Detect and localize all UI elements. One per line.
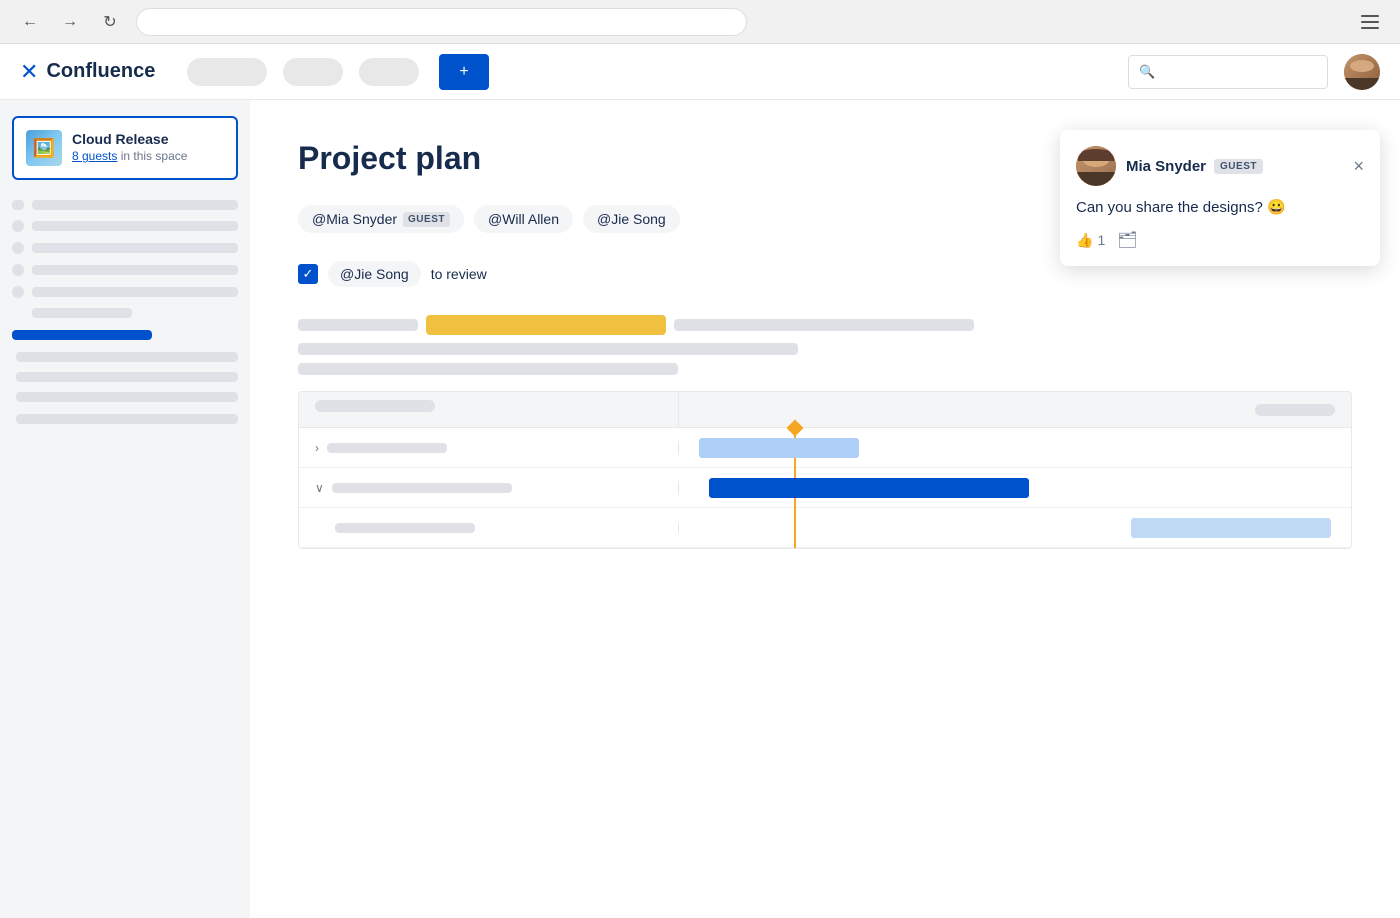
sidebar-item[interactable] <box>12 414 238 424</box>
sidebar: 🖼️ Cloud Release 8 guests in this space <box>0 100 250 918</box>
like-count: 1 <box>1097 232 1105 248</box>
gantt-row-left: › <box>299 441 679 455</box>
task-text: to review <box>431 266 487 282</box>
gantt-row-left <box>299 523 679 533</box>
nav-item-1[interactable] <box>187 58 267 86</box>
mention-name: @Mia Snyder <box>312 211 397 227</box>
create-icon: + <box>459 63 468 81</box>
hamburger-line <box>1361 21 1379 23</box>
guest-badge: GUEST <box>403 212 450 227</box>
mention-name: @Jie Song <box>597 211 666 227</box>
address-bar[interactable] <box>136 8 747 36</box>
sidebar-item[interactable] <box>12 286 238 298</box>
content-area: Project plan @Mia Snyder GUEST @Will All… <box>250 100 1400 918</box>
space-card[interactable]: 🖼️ Cloud Release 8 guests in this space <box>12 116 238 180</box>
mention-pill-will[interactable]: @Will Allen <box>474 205 573 233</box>
popup-user-info: Mia Snyder GUEST <box>1126 158 1343 175</box>
gantt-row[interactable] <box>299 508 1351 548</box>
search-box[interactable]: 🔍 <box>1128 55 1328 89</box>
space-guests-suffix: in this space <box>117 149 187 163</box>
popup-close-button[interactable]: × <box>1353 157 1364 175</box>
sidebar-item[interactable] <box>12 242 238 254</box>
browser-menu-button[interactable] <box>1356 8 1384 36</box>
browser-chrome: ← → ↻ <box>0 0 1400 44</box>
app-header: ✕ Confluence + 🔍 <box>0 44 1400 100</box>
space-icon: 🖼️ <box>26 130 62 166</box>
mention-pill-jie[interactable]: @Jie Song <box>583 205 680 233</box>
reload-button[interactable]: ↻ <box>96 8 124 36</box>
sidebar-item[interactable] <box>12 264 238 276</box>
gantt-chart: › ∨ <box>298 391 1352 549</box>
like-button[interactable]: 👍 1 <box>1076 232 1105 249</box>
mention-pill-mia[interactable]: @Mia Snyder GUEST <box>298 205 464 233</box>
archive-button[interactable]: 🗂 <box>1117 230 1137 250</box>
nav-item-2[interactable] <box>283 58 343 86</box>
gantt-row-label <box>332 483 512 493</box>
sidebar-skeleton-line <box>12 308 238 318</box>
gantt-row-right <box>679 468 1351 507</box>
logo[interactable]: ✕ Confluence <box>20 59 155 85</box>
space-guests-link[interactable]: 8 guests <box>72 149 117 163</box>
task-mention[interactable]: @Jie Song <box>328 261 421 287</box>
gantt-row[interactable]: ∨ <box>299 468 1351 508</box>
nav-item-3[interactable] <box>359 58 419 86</box>
gantt-header <box>299 392 1351 428</box>
confluence-logo-icon: ✕ <box>20 59 38 85</box>
gantt-row-right <box>679 508 1351 547</box>
sidebar-item[interactable] <box>12 372 238 382</box>
gantt-row-left: ∨ <box>299 481 679 495</box>
space-name: Cloud Release <box>72 131 224 147</box>
popup-message: Can you share the designs? 😀 <box>1076 198 1364 216</box>
sidebar-item[interactable] <box>12 220 238 232</box>
sidebar-active-item[interactable] <box>12 330 238 340</box>
thumb-up-icon: 👍 <box>1076 232 1093 249</box>
gantt-header-right <box>679 392 1351 427</box>
sidebar-item[interactable] <box>12 392 238 402</box>
gantt-row-label <box>327 443 447 453</box>
gantt-row-right <box>679 428 1351 467</box>
checkmark-icon: ✓ <box>303 266 314 282</box>
gantt-row-label <box>335 523 475 533</box>
gantt-row[interactable]: › <box>299 428 1351 468</box>
mention-name: @Will Allen <box>488 211 559 227</box>
comment-popup: Mia Snyder GUEST × Can you share the des… <box>1060 130 1380 266</box>
logo-text: Confluence <box>46 60 155 83</box>
content-skeleton-area <box>298 315 1352 375</box>
gantt-body: › ∨ <box>299 428 1351 548</box>
user-avatar[interactable] <box>1344 54 1380 90</box>
hamburger-line <box>1361 27 1379 29</box>
gantt-header-left <box>299 392 679 427</box>
sidebar-item[interactable] <box>12 352 238 362</box>
create-button[interactable]: + <box>439 54 488 90</box>
gantt-bar <box>709 478 1029 498</box>
sidebar-skeleton-header <box>12 200 238 210</box>
popup-guest-badge: GUEST <box>1214 159 1263 174</box>
collapse-icon[interactable]: ∨ <box>315 481 324 495</box>
back-button[interactable]: ← <box>16 8 44 36</box>
search-icon: 🔍 <box>1139 64 1155 80</box>
task-checkbox[interactable]: ✓ <box>298 264 318 284</box>
hamburger-line <box>1361 15 1379 17</box>
main-layout: 🖼️ Cloud Release 8 guests in this space <box>0 100 1400 918</box>
expand-icon[interactable]: › <box>315 441 319 455</box>
gantt-bar <box>1131 518 1331 538</box>
archive-icon: 🗂 <box>1117 232 1137 249</box>
popup-header: Mia Snyder GUEST × <box>1076 146 1364 186</box>
space-info: Cloud Release 8 guests in this space <box>72 131 224 165</box>
popup-actions: 👍 1 🗂 <box>1076 230 1364 250</box>
gantt-bar <box>699 438 859 458</box>
popup-avatar <box>1076 146 1116 186</box>
forward-button[interactable]: → <box>56 8 84 36</box>
popup-username: Mia Snyder <box>1126 158 1206 175</box>
